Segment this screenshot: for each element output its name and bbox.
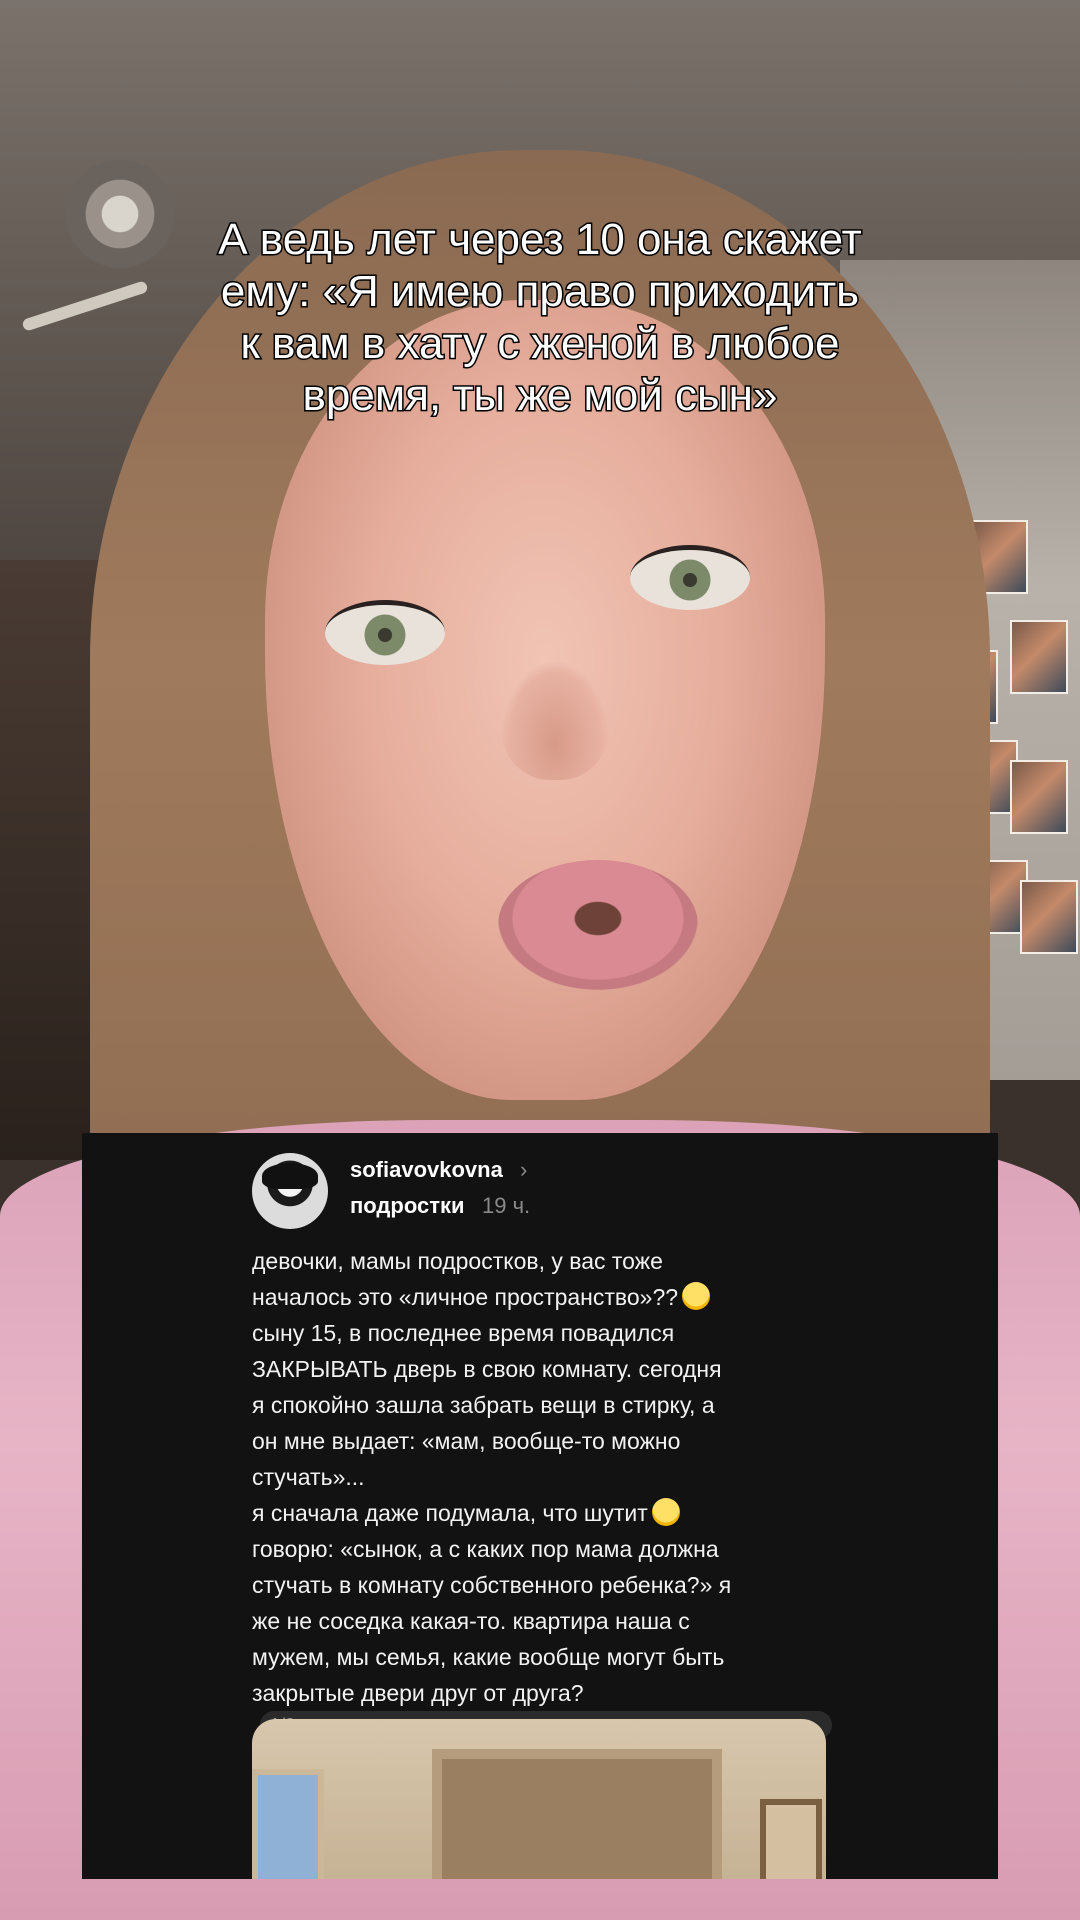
nose [500,660,610,780]
post-community[interactable]: подростки [350,1193,465,1219]
post-line: я сначала даже подумала, что шутит [252,1500,648,1526]
photo-picture-frame [760,1799,822,1879]
lips [498,860,698,990]
post-line: говорю: «сынок, а с каких пор мама должн… [252,1536,719,1562]
grinning-sweat-emoji-icon [651,1498,680,1526]
avatar-hat-icon [262,1163,318,1189]
post-line: сыну 15, в последнее время повадился [252,1320,675,1346]
post-line-wrap: я сначала даже подумала, что шутит [252,1495,832,1531]
caption-line: время, ты же мой сын» [301,370,779,422]
post-line: закрытые двери друг от друга? [252,1680,584,1706]
post-line: началось это «личное пространство»?? [252,1284,679,1310]
wall-poster [1020,880,1078,954]
post-line: ЗАКРЫВАТЬ дверь в свою комнату. сегодня [252,1356,722,1382]
wall-poster [1010,760,1068,834]
caption-line: А ведь лет через 10 она скажет [217,214,864,266]
flushed-face-emoji-icon [682,1282,711,1310]
wall-poster [1010,620,1068,694]
post-line-wrap: началось это «личное пространство»?? [252,1279,832,1315]
post-line: мужем, мы семья, какие вообще могут быть [252,1644,725,1670]
photo-window [252,1769,324,1879]
chevron-right-icon[interactable]: › [520,1157,527,1183]
caption-line: ему: «Я имею право приходить [219,266,860,318]
post-body: девочки, мамы подростков, у вас тоже нач… [252,1243,832,1739]
post-line: же не соседка какая-то. квартира наша с [252,1608,690,1634]
left-eye [325,600,445,665]
right-eye [630,545,750,610]
post-timestamp: 19 ч. [482,1193,531,1218]
post-photo[interactable] [252,1719,826,1879]
caption-line: к вам в хату с женой в любое [239,318,841,370]
post-username[interactable]: sofiavovkovna [350,1157,503,1183]
overlay-caption: А ведь лет через 10 она скажет ему: «Я и… [140,214,940,422]
post-line: стучать»... [252,1464,365,1490]
avatar[interactable] [252,1153,328,1229]
post-line: девочки, мамы подростков, у вас тоже [252,1248,663,1274]
post-line: стучать в комнату собственного ребенка?»… [252,1572,732,1598]
post-line: я спокойно зашла забрать вещи в стирку, … [252,1392,715,1418]
embedded-post-screenshot: sofiavovkovna › подростки 19 ч. девочки,… [82,1133,998,1879]
post-line: он мне выдает: «мам, вообще-то можно [252,1428,681,1454]
photo-door [432,1749,722,1879]
